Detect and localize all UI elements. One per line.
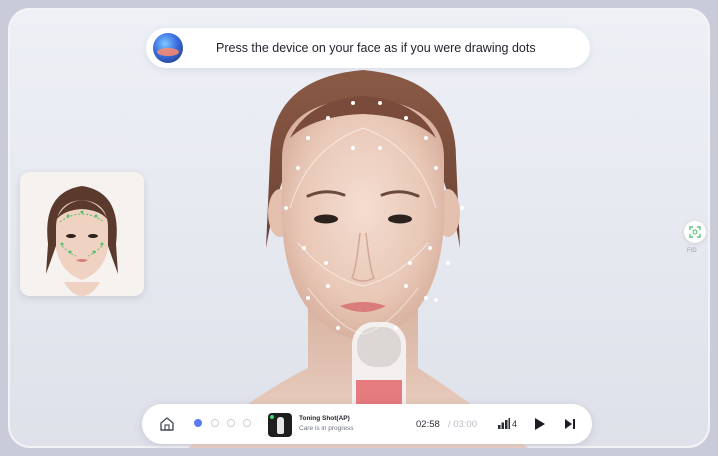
face-id-button[interactable]	[684, 221, 706, 243]
instruction-text: Press the device on your face as if you …	[216, 41, 536, 55]
instruction-banner: Press the device on your face as if you …	[146, 28, 590, 68]
active-status-dot	[270, 415, 274, 419]
step-indicator-4: 4	[243, 419, 251, 427]
player-control-bar: 1 2 3 4 Toning Shot(AP) Care is in progr…	[142, 404, 592, 444]
assistant-orb-icon	[153, 33, 183, 63]
mode-title: Toning Shot(AP)	[299, 415, 350, 422]
device-icon	[277, 417, 284, 434]
total-time: / 03:00	[448, 419, 478, 430]
mode-status: Care is in progress	[299, 425, 354, 432]
skip-next-icon[interactable]	[564, 418, 576, 430]
app-frame: Press the device on your face as if you …	[8, 8, 710, 448]
play-icon[interactable]	[534, 417, 546, 431]
mode-thumbnail	[268, 413, 292, 437]
intensity-icon[interactable]	[498, 418, 510, 429]
home-icon[interactable]	[158, 415, 176, 433]
step-indicator-2: 2	[211, 419, 219, 427]
face-scan-icon	[689, 226, 701, 238]
elapsed-time: 02:58	[416, 419, 440, 430]
reference-face-card	[20, 172, 144, 296]
reference-face-image	[20, 172, 144, 296]
step-indicator-1: 1	[194, 419, 202, 427]
face-id-label: FID	[687, 248, 697, 254]
intensity-level: 4	[512, 419, 518, 429]
step-indicator-3: 3	[227, 419, 235, 427]
